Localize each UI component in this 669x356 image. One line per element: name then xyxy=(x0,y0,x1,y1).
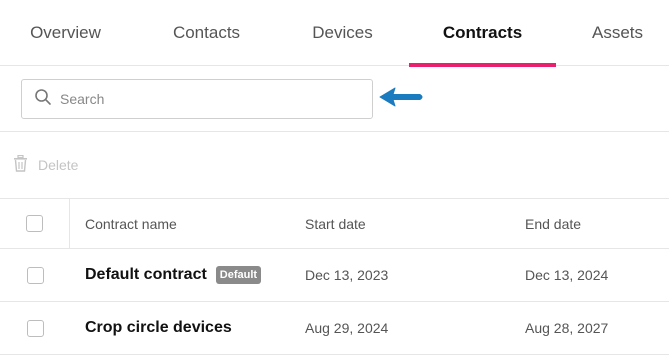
table-row[interactable]: Default contract Default Dec 13, 2023 De… xyxy=(0,249,669,302)
search-icon xyxy=(34,88,52,111)
contract-name-cell: Crop circle devices xyxy=(85,302,232,354)
row-select-cell xyxy=(0,302,70,354)
tab-devices[interactable]: Devices xyxy=(277,0,408,66)
tab-bar: Overview Contacts Devices Contracts Asse… xyxy=(0,0,669,67)
contract-name-cell: Default contract Default xyxy=(85,249,262,301)
end-date-cell: Aug 28, 2027 xyxy=(525,320,609,336)
tab-assets[interactable]: Assets xyxy=(566,0,669,66)
select-all-checkbox[interactable] xyxy=(26,215,43,232)
end-date-cell: Dec 13, 2024 xyxy=(525,267,609,283)
trash-icon xyxy=(13,154,28,175)
tab-overview[interactable]: Overview xyxy=(0,0,131,66)
start-date-cell: Dec 13, 2023 xyxy=(305,267,389,283)
search-input[interactable] xyxy=(60,91,340,107)
tab-contracts[interactable]: Contracts xyxy=(409,0,556,67)
delete-label: Delete xyxy=(38,157,79,173)
row-select-cell xyxy=(0,249,70,301)
delete-button[interactable]: Delete xyxy=(13,154,79,175)
table-header-row: Contract name Start date End date xyxy=(0,199,669,249)
contract-name[interactable]: Default contract xyxy=(85,266,207,284)
search-box[interactable] xyxy=(21,79,373,119)
column-header-end-date[interactable]: End date xyxy=(525,199,581,248)
table-row[interactable]: Crop circle devices Aug 29, 2024 Aug 28,… xyxy=(0,302,669,355)
arrow-left-icon xyxy=(378,85,426,114)
tab-contacts[interactable]: Contacts xyxy=(141,0,272,66)
row-checkbox[interactable] xyxy=(26,266,44,284)
table-toolbar: Delete xyxy=(0,132,669,199)
start-date-cell: Aug 29, 2024 xyxy=(305,320,389,336)
default-badge: Default xyxy=(215,266,262,284)
column-header-start-date[interactable]: Start date xyxy=(305,199,366,248)
search-area xyxy=(0,66,669,132)
column-header-contract-name[interactable]: Contract name xyxy=(85,199,177,248)
select-all-cell xyxy=(0,199,70,248)
contract-name[interactable]: Crop circle devices xyxy=(85,319,232,337)
row-checkbox[interactable] xyxy=(26,319,44,337)
contracts-table: Contract name Start date End date Defaul… xyxy=(0,199,669,355)
